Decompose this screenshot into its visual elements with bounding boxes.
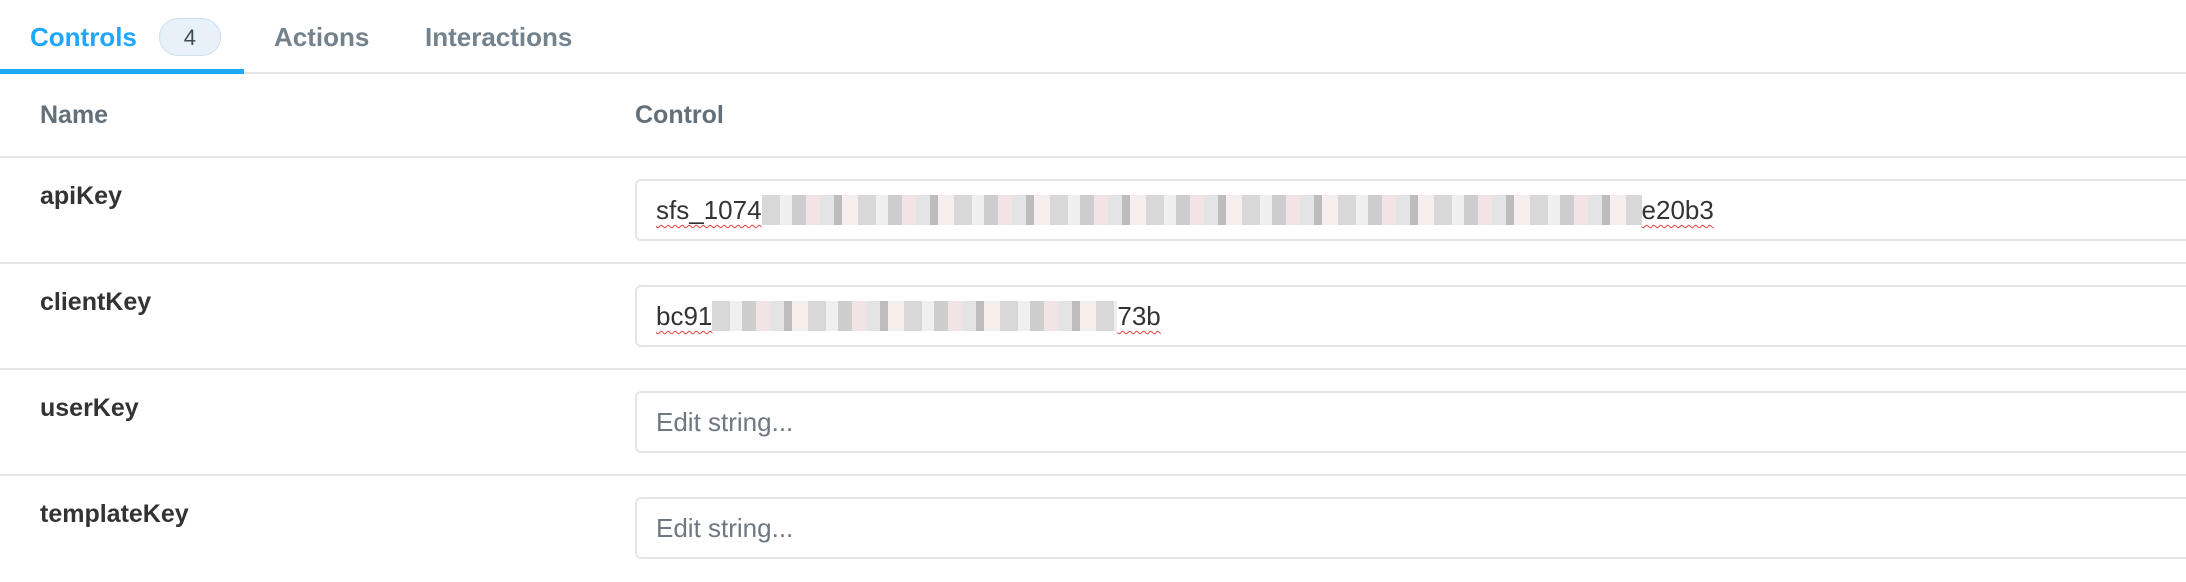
clientkey-value-start: bc91	[656, 301, 713, 331]
clientkey-value-end: 73b	[1117, 301, 1161, 331]
tab-bar: Controls 4 Actions Interactions	[0, 0, 2186, 74]
tab-controls[interactable]: Controls 4	[30, 0, 221, 74]
tab-controls-label: Controls	[30, 21, 137, 52]
controls-count-badge: 4	[158, 18, 221, 56]
redacted-block	[761, 195, 1642, 226]
apikey-value-end: e20b3	[1641, 195, 1714, 225]
control-name-userkey: userKey	[40, 394, 139, 422]
table-row: templateKey	[0, 476, 2186, 582]
table-row: userKey	[0, 370, 2186, 476]
column-header-control: Control	[635, 101, 724, 129]
table-row: clientKey bc91 73b	[0, 264, 2186, 370]
userkey-input-wrapper	[635, 391, 2186, 453]
tab-interactions[interactable]: Interactions	[425, 0, 572, 74]
templatekey-input-wrapper	[635, 497, 2186, 559]
column-header-name: Name	[40, 101, 109, 129]
clientkey-input[interactable]: bc91 73b	[635, 285, 2186, 347]
templatekey-input[interactable]	[656, 513, 2156, 544]
control-name-apikey: apiKey	[40, 182, 122, 210]
tab-actions-label: Actions	[274, 21, 370, 52]
apikey-value-start: sfs_1074	[656, 195, 762, 225]
tab-actions[interactable]: Actions	[274, 0, 369, 74]
control-name-templatekey: templateKey	[40, 500, 189, 528]
table-header: Name Control	[0, 74, 2186, 158]
apikey-input[interactable]: sfs_1074 e20b3	[635, 179, 2186, 241]
control-name-clientkey: clientKey	[40, 288, 152, 316]
redacted-block	[712, 301, 1118, 332]
tab-interactions-label: Interactions	[425, 21, 573, 52]
userkey-input[interactable]	[656, 407, 2156, 438]
table-row: apiKey sfs_1074 e20b3	[0, 158, 2186, 264]
